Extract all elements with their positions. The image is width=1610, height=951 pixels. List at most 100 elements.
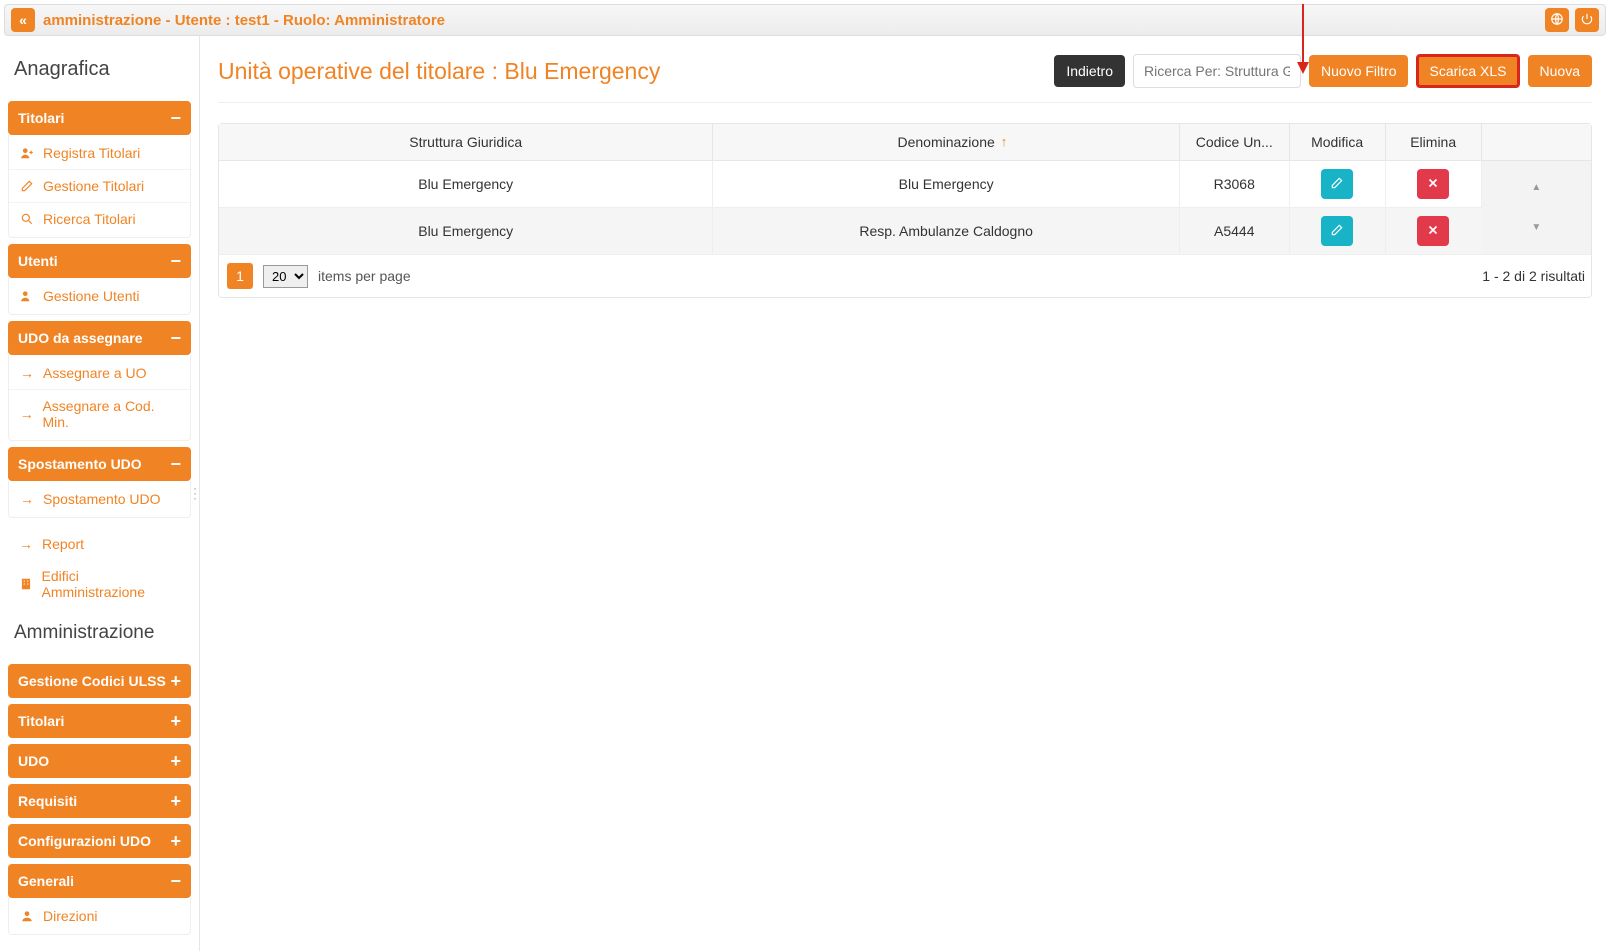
power-icon [1580,12,1594,29]
plus-icon: + [170,712,181,730]
sidebar-item-registra-titolari[interactable]: Registra Titolari [9,137,190,170]
globe-icon [1550,12,1564,29]
sidebar-section-utenti[interactable]: Utenti − [8,244,191,278]
download-xls-button[interactable]: Scarica XLS [1416,54,1519,88]
scrollbar[interactable]: ▲ ▼ [1481,161,1591,255]
edit-icon [19,179,35,193]
per-page-label: items per page [318,268,411,284]
delete-row-button[interactable] [1417,169,1449,199]
sidebar-section-label: Gestione Codici ULSS [18,673,166,689]
sidebar-section-requisiti[interactable]: Requisiti + [8,784,191,818]
per-page-select[interactable]: 20 [263,265,308,288]
cell-struttura: Blu Emergency [219,208,713,255]
sidebar-section-spostamento[interactable]: Spostamento UDO − [8,447,191,481]
user-plus-icon [19,146,35,160]
scroll-down-icon: ▼ [1490,223,1583,233]
sidebar-section-label: UDO da assegnare [18,330,143,346]
page-title: Unità operative del titolare : Blu Emerg… [218,58,1046,85]
back-button[interactable]: Indietro [1054,55,1125,87]
sidebar-item-label: Report [42,536,84,552]
sidebar-section-label: Titolari [18,110,64,126]
col-header-denominazione[interactable]: Denominazione ↑ [713,124,1179,161]
sidebar-item-gestione-utenti[interactable]: Gestione Utenti [9,280,190,312]
chevron-double-left-icon: « [19,12,27,28]
sidebar-item-spostamento-udo[interactable]: → Spostamento UDO [9,483,190,515]
sidebar-item-label: Edifici Amministrazione [42,568,182,600]
power-button[interactable] [1575,8,1599,32]
page-header: Unità operative del titolare : Blu Emerg… [218,54,1592,103]
building-icon [18,577,34,591]
sidebar-item-direzioni[interactable]: Direzioni [9,900,190,932]
sidebar-collapse-button[interactable]: « [11,8,35,32]
sidebar-section-utenti-body: Gestione Utenti [8,278,191,315]
minus-icon: − [170,872,181,890]
sort-asc-icon: ↑ [1001,134,1008,149]
col-header-elimina: Elimina [1385,124,1481,161]
arrow-right-icon: → [19,365,35,381]
close-icon [1426,176,1440,193]
sidebar-item-assegnare-uo[interactable]: → Assegnare a UO [9,357,190,390]
sidebar-item-label: Direzioni [43,908,97,924]
sidebar-section-label: Configurazioni UDO [18,833,151,849]
plus-icon: + [170,832,181,850]
sidebar-item-label: Assegnare a UO [43,365,147,381]
cell-codice: R3068 [1179,161,1289,208]
sidebar: Anagrafica Titolari − Registra Titolari … [0,36,200,951]
sidebar-section-admin-udo[interactable]: UDO + [8,744,191,778]
cell-codice: A5444 [1179,208,1289,255]
sidebar-section-admin-titolari[interactable]: Titolari + [8,704,191,738]
col-header-struttura[interactable]: Struttura Giuridica [219,124,713,161]
sidebar-section-generali[interactable]: Generali − [8,864,191,898]
sidebar-item-label: Spostamento UDO [43,491,161,507]
pagination-bar: 1 20 items per page 1 - 2 di 2 risultati [219,255,1591,297]
sidebar-section-udo-assegnare[interactable]: UDO da assegnare − [8,321,191,355]
edit-icon [1330,223,1344,240]
sidebar-section-label: Utenti [18,253,58,269]
sidebar-section-generali-body: Direzioni [8,898,191,935]
cell-struttura: Blu Emergency [219,161,713,208]
cell-elimina [1385,208,1481,255]
sidebar-section-configurazioni-udo[interactable]: Configurazioni UDO + [8,824,191,858]
col-header-codice[interactable]: Codice Un... [1179,124,1289,161]
sidebar-item-label: Gestione Titolari [43,178,144,194]
minus-icon: − [170,109,181,127]
sidebar-section-titolari[interactable]: Titolari − [8,101,191,135]
sidebar-item-report[interactable]: → Report [8,528,191,560]
results-count: 1 - 2 di 2 risultati [1482,268,1585,284]
sidebar-heading-amministrazione: Amministrazione [8,608,191,658]
breadcrumb-title: amministrazione - Utente : test1 - Ruolo… [43,12,445,29]
minus-icon: − [170,455,181,473]
sidebar-item-edifici[interactable]: Edifici Amministrazione [8,560,191,608]
sidebar-resize-handle[interactable] [190,36,200,951]
user-cog-icon [19,289,35,303]
plus-icon: + [170,672,181,690]
edit-row-button[interactable] [1321,169,1353,199]
plus-icon: + [170,792,181,810]
new-filter-button[interactable]: Nuovo Filtro [1309,55,1408,87]
sidebar-item-label: Ricerca Titolari [43,211,136,227]
user-icon [19,909,35,923]
sidebar-section-gestione-codici-ulss[interactable]: Gestione Codici ULSS + [8,664,191,698]
globe-button[interactable] [1545,8,1569,32]
search-icon [19,212,35,226]
sidebar-item-ricerca-titolari[interactable]: Ricerca Titolari [9,203,190,235]
sidebar-section-label: Spostamento UDO [18,456,142,472]
sidebar-item-label: Registra Titolari [43,145,140,161]
delete-row-button[interactable] [1417,216,1449,246]
sidebar-item-gestione-titolari[interactable]: Gestione Titolari [9,170,190,203]
cell-denominazione: Resp. Ambulanze Caldogno [713,208,1179,255]
arrow-right-icon: → [19,491,35,507]
scrollbar-track [1481,124,1591,161]
edit-row-button[interactable] [1321,216,1353,246]
close-icon [1426,223,1440,240]
sidebar-item-label: Gestione Utenti [43,288,140,304]
search-input[interactable] [1133,54,1301,88]
current-page[interactable]: 1 [227,263,253,289]
sidebar-item-assegnare-codmin[interactable]: → Assegnare a Cod. Min. [9,390,190,438]
sidebar-section-spostamento-body: → Spostamento UDO [8,481,191,518]
new-button[interactable]: Nuova [1528,55,1592,87]
sidebar-section-label: Titolari [18,713,64,729]
sidebar-section-udo-body: → Assegnare a UO → Assegnare a Cod. Min. [8,355,191,441]
table-row: Blu Emergency Blu Emergency R3068 [219,161,1591,208]
minus-icon: − [170,329,181,347]
